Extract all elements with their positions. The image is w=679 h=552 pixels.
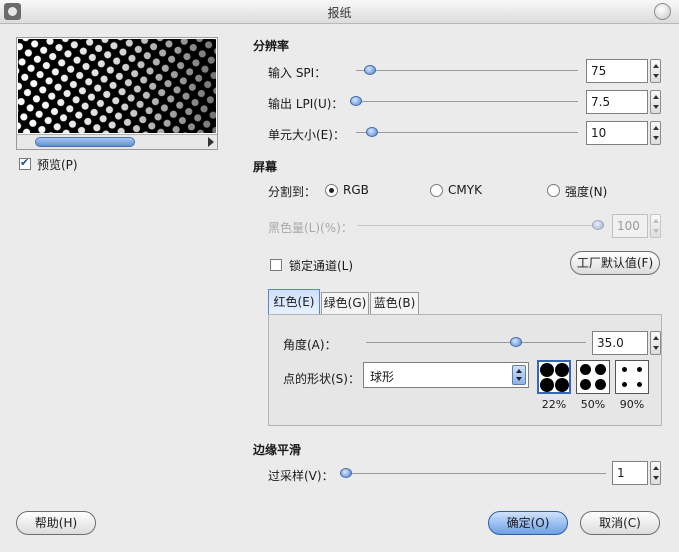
spot-dot [637, 382, 642, 387]
scrollbar-thumb[interactable] [35, 137, 135, 147]
close-window-button[interactable] [654, 3, 671, 20]
spot-shape-label: 点的形状(S)： [283, 372, 360, 386]
factory-defaults-button[interactable]: 工厂默认值(F) [570, 251, 660, 275]
input-spi-label: 输入 SPI： [268, 66, 327, 80]
spot-shape-value: 球形 [370, 370, 395, 384]
oversample-label: 过采样(V)： [268, 469, 334, 483]
spot-preview-50-label: 50% [580, 398, 606, 411]
black-pullout-field: 100 [612, 214, 648, 238]
antialiasing-section-title: 边缘平滑 [253, 443, 302, 457]
preview-label: 预览(P) [37, 158, 78, 172]
black-pullout-label: 黑色量(L)(%)： [268, 221, 353, 235]
radio-cmyk[interactable] [430, 184, 443, 197]
spot-preview-50 [576, 360, 610, 394]
angle-field[interactable]: 35.0 [592, 331, 648, 355]
angle-slider-handle[interactable] [510, 337, 522, 347]
input-spi-stepper[interactable] [650, 59, 661, 83]
decrement-arrow-icon[interactable] [653, 105, 659, 109]
angle-stepper[interactable] [650, 331, 661, 355]
spot-dot [622, 382, 627, 387]
preview-pane[interactable] [16, 37, 218, 150]
scroll-right-arrow-icon[interactable] [208, 137, 214, 147]
spot-dot [580, 364, 591, 375]
spot-dot [540, 363, 554, 377]
spot-shape-select[interactable]: 球形 [363, 362, 529, 388]
output-lpi-field[interactable]: 7.5 [586, 90, 648, 114]
spot-preview-22 [537, 360, 571, 394]
increment-arrow-icon [653, 219, 659, 223]
decrement-arrow-icon[interactable] [653, 346, 659, 350]
cell-size-stepper[interactable] [650, 121, 661, 145]
radio-rgb-label: RGB [343, 183, 369, 197]
output-lpi-label: 输出 LPI(U)： [268, 97, 344, 111]
increment-arrow-icon[interactable] [653, 95, 659, 99]
spot-preview-90-label: 90% [619, 398, 645, 411]
decrement-arrow-icon[interactable] [653, 136, 659, 140]
separate-to-label: 分割到： [268, 185, 317, 199]
help-button[interactable]: 帮助(H) [16, 511, 96, 535]
input-spi-field[interactable]: 75 [586, 59, 648, 83]
output-lpi-stepper[interactable] [650, 90, 661, 114]
increment-arrow-icon[interactable] [653, 126, 659, 130]
spot-dot [595, 379, 606, 390]
cell-size-slider-handle[interactable] [366, 127, 378, 137]
increment-arrow-icon[interactable] [653, 466, 659, 470]
dropdown-arrow-icon[interactable] [512, 365, 526, 385]
ok-button[interactable]: 确定(O) [488, 511, 568, 535]
oversample-field[interactable]: 1 [612, 461, 648, 485]
black-pullout-stepper [650, 214, 661, 238]
decrement-arrow-icon[interactable] [653, 74, 659, 78]
resolution-section-title: 分辨率 [253, 39, 290, 53]
title-bar: 报纸 [0, 0, 679, 24]
oversample-stepper[interactable] [650, 461, 661, 485]
cancel-button[interactable]: 取消(C) [580, 511, 660, 535]
preview-horizontal-scrollbar[interactable] [17, 134, 217, 149]
spot-dot [622, 367, 627, 372]
tab-green[interactable]: 绿色(G) [321, 292, 369, 314]
spot-dot [555, 378, 569, 392]
tab-red[interactable]: 红色(E) [268, 289, 320, 315]
spot-preview-22-label: 22% [541, 398, 567, 411]
radio-intensity-label: 强度(N) [565, 185, 608, 199]
oversample-slider-handle[interactable] [340, 468, 352, 478]
radio-intensity[interactable] [547, 184, 560, 197]
preview-checkbox[interactable] [19, 156, 31, 170]
tab-blue[interactable]: 蓝色(B) [370, 292, 419, 314]
spot-dot [540, 378, 554, 392]
cell-size-field[interactable]: 10 [586, 121, 648, 145]
screen-section-title: 屏幕 [253, 160, 278, 174]
input-spi-slider[interactable] [356, 70, 578, 71]
angle-slider[interactable] [366, 342, 586, 343]
oversample-slider[interactable] [340, 473, 606, 474]
spot-preview-90 [615, 360, 649, 394]
black-pullout-slider [358, 225, 604, 226]
lock-channels-checkbox[interactable] [270, 259, 282, 271]
spot-dot [555, 363, 569, 377]
spot-dot [637, 367, 642, 372]
decrement-arrow-icon[interactable] [653, 476, 659, 480]
window-title: 报纸 [327, 6, 352, 20]
cell-size-label: 单元大小(E)： [268, 128, 345, 142]
output-lpi-slider[interactable] [350, 101, 578, 102]
preview-image [18, 39, 216, 133]
lock-channels-label: 锁定通道(L) [289, 259, 354, 273]
decrement-arrow-icon [653, 229, 659, 233]
black-pullout-slider-handle [592, 220, 604, 230]
increment-arrow-icon[interactable] [653, 336, 659, 340]
spot-dot [580, 379, 591, 390]
radio-cmyk-label: CMYK [448, 183, 482, 197]
angle-label: 角度(A)： [283, 338, 337, 352]
cell-size-slider[interactable] [356, 132, 578, 133]
spot-dot [595, 364, 606, 375]
output-lpi-slider-handle[interactable] [350, 96, 362, 106]
radio-rgb[interactable] [325, 184, 338, 197]
increment-arrow-icon[interactable] [653, 64, 659, 68]
input-spi-slider-handle[interactable] [364, 65, 376, 75]
